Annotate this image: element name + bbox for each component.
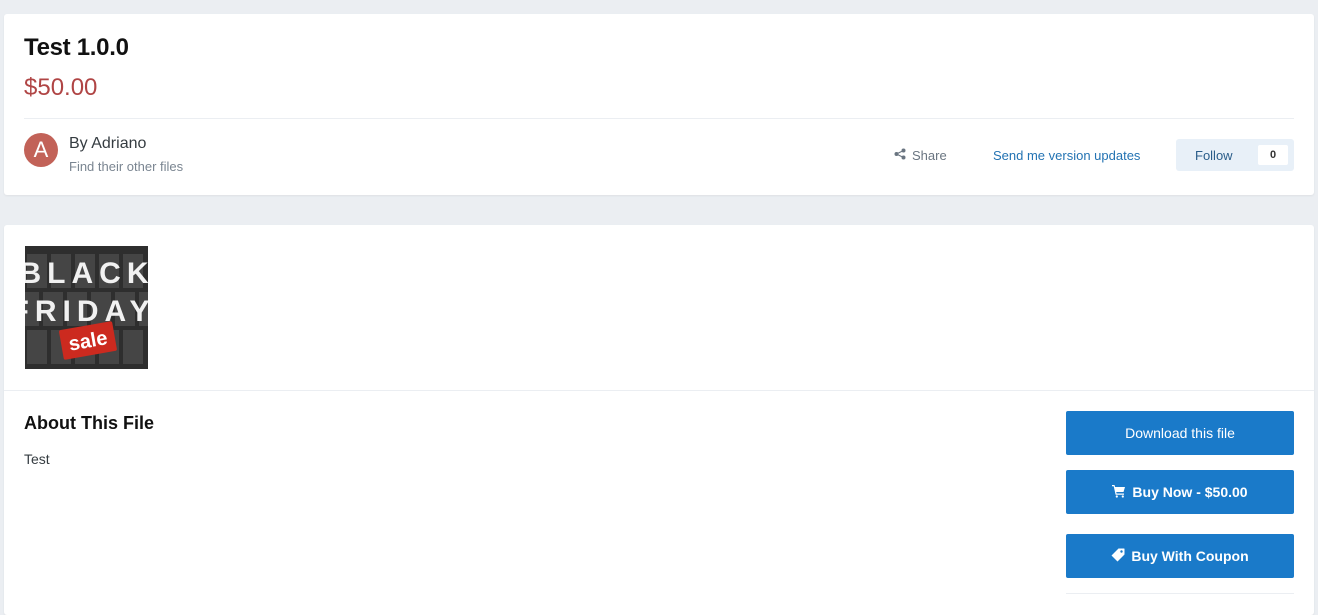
thumbnail-line2: FRIDAY [25,295,148,328]
download-button[interactable]: Download this file [1066,411,1294,455]
download-label: Download this file [1125,425,1235,441]
buy-coupon-label: Buy With Coupon [1131,548,1249,564]
tag-icon [1111,548,1125,565]
follow-count: 0 [1258,145,1288,165]
follow-label: Follow [1195,148,1233,163]
cart-icon [1112,484,1126,501]
file-thumbnail[interactable]: BLACK FRIDAY sale [25,246,148,369]
sidebar-divider [1066,593,1294,594]
file-header-card: Test 1.0.0 $50.00 A By Adriano Find thei… [4,14,1314,195]
buy-now-label: Buy Now - $50.00 [1132,484,1248,500]
header-divider [24,118,1294,119]
buy-now-button[interactable]: Buy Now - $50.00 [1066,470,1294,514]
author-name[interactable]: By Adriano [69,135,146,153]
version-updates-link[interactable]: Send me version updates [993,148,1140,163]
follow-button[interactable]: Follow 0 [1176,139,1294,171]
file-price: $50.00 [24,74,98,101]
avatar[interactable]: A [24,133,58,167]
file-description: Test [24,451,50,467]
share-icon [894,148,906,163]
about-heading: About This File [24,413,154,433]
file-main-card: BLACK FRIDAY sale About This File Test D… [4,225,1314,615]
share-label: Share [912,148,947,163]
share-button[interactable]: Share [894,148,947,163]
buy-with-coupon-button[interactable]: Buy With Coupon [1066,534,1294,578]
file-title: Test 1.0.0 [24,34,129,61]
content-divider [4,390,1314,391]
other-files-link[interactable]: Find their other files [69,159,183,174]
thumbnail-line1: BLACK [25,257,148,290]
